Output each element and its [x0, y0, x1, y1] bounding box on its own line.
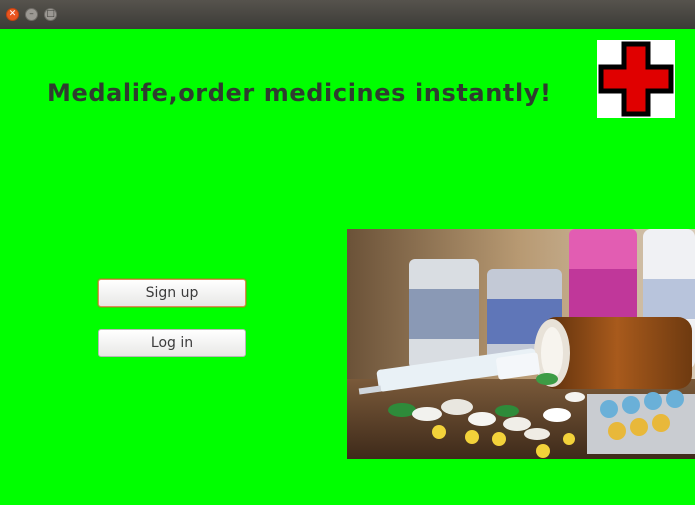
page-heading: Medalife,order medicines instantly!	[47, 79, 552, 107]
window-titlebar: ✕ – □	[0, 0, 695, 29]
window-minimize-button[interactable]: –	[25, 8, 38, 21]
maximize-icon: □	[46, 9, 55, 19]
log-in-button[interactable]: Log in	[98, 329, 246, 357]
close-icon: ✕	[8, 9, 17, 19]
minimize-icon: –	[29, 9, 34, 19]
sign-up-button[interactable]: Sign up	[98, 279, 246, 307]
main-panel: Medalife,order medicines instantly! Sign…	[0, 29, 695, 505]
window-maximize-button[interactable]: □	[44, 8, 57, 21]
red-cross-icon	[597, 40, 675, 118]
window-close-button[interactable]: ✕	[6, 8, 19, 21]
medicine-photo	[347, 229, 695, 459]
